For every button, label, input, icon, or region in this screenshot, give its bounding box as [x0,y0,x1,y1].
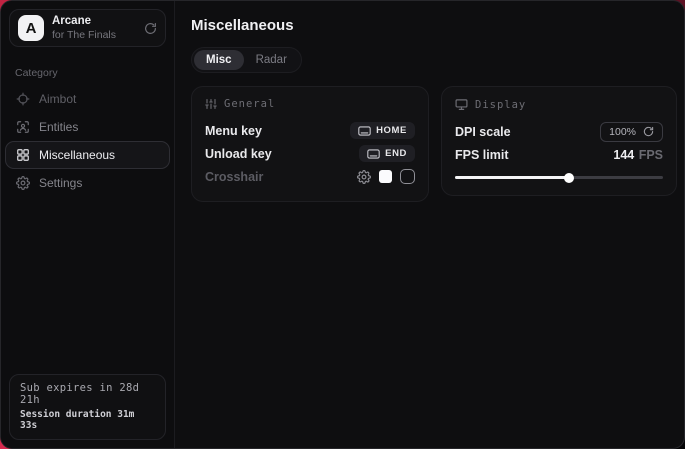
sidebar-item-settings[interactable]: Settings [5,169,170,197]
unload-key-binding[interactable]: END [359,145,415,162]
display-panel: Display DPI scale 100% [441,86,677,196]
crosshair-color-swatch[interactable] [379,170,392,183]
crosshair-icon [16,92,30,106]
dpi-scale-label: DPI scale [455,125,511,139]
panel-row: General Menu key HOME [191,86,677,202]
app-logo: A [18,15,44,41]
sidebar: A Arcane for The Finals Category [1,1,175,448]
display-panel-title: Display [475,99,526,111]
keyboard-icon [358,126,371,136]
unload-key-label: Unload key [205,147,272,161]
category-label: Category [15,67,174,79]
app-identity: Arcane for The Finals [52,15,136,40]
page-title: Miscellaneous [191,17,677,34]
tab-misc[interactable]: Misc [194,50,244,70]
fps-limit-label: FPS limit [455,148,508,162]
crosshair-row: Crosshair [205,165,415,188]
crosshair-label: Crosshair [205,170,263,184]
crosshair-checkbox[interactable] [400,169,415,184]
slider-thumb[interactable] [564,173,574,183]
app-subtitle: for The Finals [52,29,136,41]
menu-key-label: Menu key [205,124,262,138]
fps-limit-unit: FPS [639,148,663,162]
general-panel-header: General [205,98,415,110]
tab-bar: Misc Radar [191,47,302,73]
main-content: Miscellaneous Misc Radar Gene [175,1,685,448]
sidebar-nav: Aimbot Entities [1,85,174,197]
fps-limit-value-group: 144 FPS [613,146,663,164]
app-window: A Arcane for The Finals Category [0,0,685,449]
tab-radar[interactable]: Radar [244,50,299,70]
sidebar-item-miscellaneous[interactable]: Miscellaneous [5,141,170,169]
unload-key-row: Unload key END [205,142,415,165]
menu-key-value: HOME [376,125,407,136]
keyboard-icon [367,149,380,159]
display-panel-header: Display [455,98,663,111]
rotate-icon[interactable] [643,126,654,137]
crosshair-settings-gear-icon[interactable] [357,170,371,184]
sidebar-item-label: Settings [39,176,82,190]
sidebar-item-label: Entities [39,120,78,134]
desktop-background: A Arcane for The Finals Category [0,0,685,449]
dpi-scale-control[interactable]: 100% [600,122,663,142]
subscription-info-card: Sub expires in 28d 21h Session duration … [9,374,166,440]
fps-limit-value: 144 [613,148,634,162]
crosshair-controls [357,169,415,184]
sidebar-header-card: A Arcane for The Finals [9,9,166,47]
sidebar-item-aimbot[interactable]: Aimbot [5,85,170,113]
sidebar-spacer [1,197,174,366]
menu-key-binding[interactable]: HOME [350,122,415,139]
sidebar-item-label: Miscellaneous [39,148,115,162]
general-panel: General Menu key HOME [191,86,429,202]
gear-icon [16,176,30,190]
sidebar-item-entities[interactable]: Entities [5,113,170,141]
scan-person-icon [16,120,30,134]
fps-limit-slider[interactable] [455,172,663,182]
grid-icon [16,148,30,162]
dpi-scale-value: 100% [609,126,636,138]
app-title: Arcane [52,15,136,28]
sidebar-item-label: Aimbot [39,92,76,106]
dpi-scale-row: DPI scale 100% [455,120,663,143]
unload-key-value: END [385,148,407,159]
slider-fill [455,176,569,179]
fps-limit-row: FPS limit 144 FPS [455,143,663,166]
general-panel-title: General [224,98,275,110]
monitor-icon [455,98,468,111]
refresh-icon[interactable] [144,22,157,35]
session-duration-text: Session duration 31m 33s [20,409,155,431]
menu-key-row: Menu key HOME [205,119,415,142]
sliders-icon [205,98,217,110]
sub-expiry-text: Sub expires in 28d 21h [20,382,155,406]
